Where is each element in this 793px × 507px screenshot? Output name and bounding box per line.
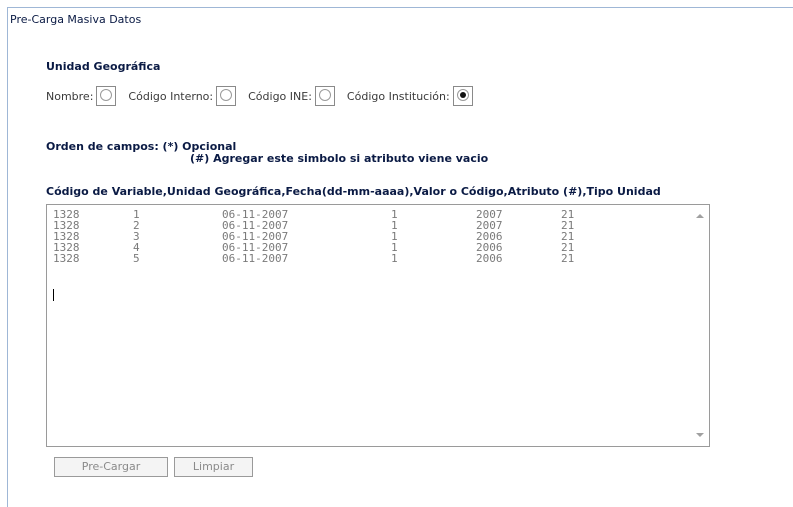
radio-codigo-ine[interactable] xyxy=(314,86,335,106)
bulk-data-textarea[interactable]: 1328 1 06-11-2007 1 2007 21 1328 2 06-11-2007 1 20… xyxy=(46,204,710,447)
textarea-cell: 2006 xyxy=(476,252,503,265)
textarea-cell: 21 xyxy=(561,252,575,265)
limpiar-button[interactable]: Limpiar xyxy=(174,457,253,477)
textarea-rows: 1328 1 06-11-2007 1 2007 21 1328 2 06-11-2007 1 20… xyxy=(53,209,613,264)
radio-label-codigo-institucion: Código Institución: xyxy=(346,89,450,103)
radio-circle-icon xyxy=(220,89,233,101)
radio-label-codigo-ine: Código INE: xyxy=(248,89,312,103)
page-title: Pre-Carga Masiva Datos xyxy=(10,13,142,26)
radio-label-nombre: Nombre: xyxy=(46,89,94,103)
textarea-line: 1328 5 06-11-2007 1 2006 21 xyxy=(53,253,613,264)
scroll-up-arrow-icon[interactable] xyxy=(696,214,704,218)
textarea-scrollbar[interactable] xyxy=(692,205,709,446)
radio-nombre[interactable] xyxy=(96,86,117,106)
pre-cargar-button[interactable]: Pre-Cargar xyxy=(54,457,168,477)
radio-codigo-institucion[interactable] xyxy=(452,86,473,106)
radio-circle-icon xyxy=(100,89,113,101)
radio-codigo-interno[interactable] xyxy=(216,86,237,106)
textarea-cell: 1 xyxy=(391,252,398,265)
unidad-radio-row: Nombre: Código Interno: Código INE: Códi… xyxy=(46,84,485,108)
radio-label-codigo-interno: Código Interno: xyxy=(128,89,214,103)
radio-group-codigo-institucion: Código Institución: xyxy=(347,86,473,106)
textarea-cell: 5 xyxy=(133,252,140,265)
radio-group-codigo-interno: Código Interno: xyxy=(128,86,237,106)
field-order-note: Orden de campos: (*) Opcional (#) Agrega… xyxy=(46,141,488,165)
unidad-geografica-label: Unidad Geográfica xyxy=(46,60,161,73)
textarea-cell: 1328 xyxy=(53,252,80,265)
fields-header: Código de Variable,Unidad Geográfica,Fec… xyxy=(46,185,661,198)
order-line-empty-attr: (#) Agregar este simbolo si atributo vie… xyxy=(190,152,489,165)
text-caret xyxy=(53,289,54,301)
radio-checked-icon xyxy=(456,89,469,101)
radio-group-nombre: Nombre: xyxy=(46,86,117,106)
radio-circle-icon xyxy=(318,89,331,101)
scroll-down-arrow-icon[interactable] xyxy=(696,433,704,437)
textarea-cell: 06-11-2007 xyxy=(222,252,289,265)
radio-group-codigo-ine: Código INE: xyxy=(248,86,335,106)
